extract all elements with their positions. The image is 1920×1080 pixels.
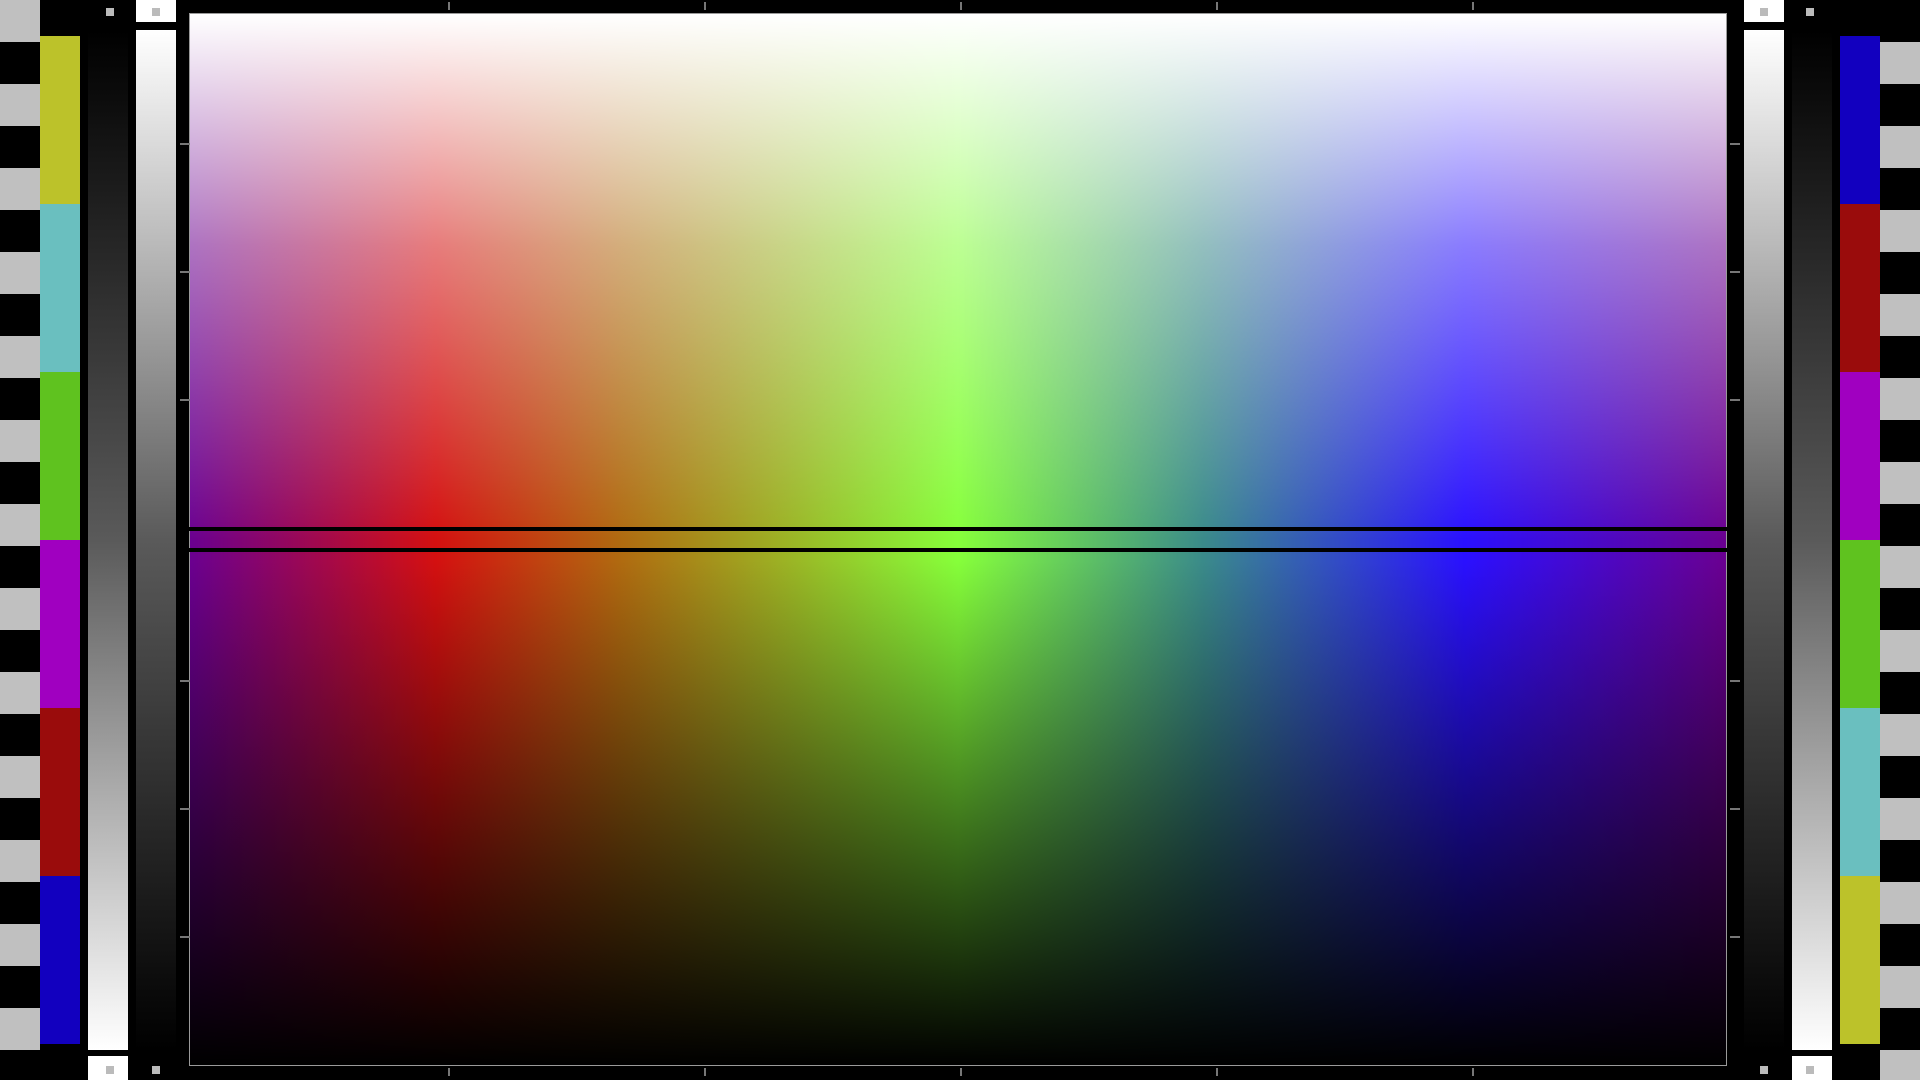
tick-right-1 [1730,271,1740,273]
color-bar-blue [40,876,80,1044]
color-bar-green [40,372,80,540]
tick-left-5 [180,936,190,938]
color-bar-yellow [1840,876,1880,1044]
tick-top-1 [704,2,706,10]
center-line-bottom [189,548,1727,552]
color-bar-red [1840,204,1880,372]
color-bar-cyan [40,204,80,372]
left-checker-column [0,0,40,1080]
left-bottom-marker [106,1066,114,1074]
tick-right-4 [1730,808,1740,810]
tick-bottom-0 [448,1068,450,1076]
right-bottom-marker-2 [1806,1066,1814,1074]
color-bar-blue [1840,36,1880,204]
right-gray-ramp-outer [1792,30,1832,1050]
right-top-marker [1760,8,1768,16]
test-pattern [0,0,1920,1080]
right-checker-column [1880,0,1920,1080]
tick-right-5 [1730,936,1740,938]
tick-left-3 [180,680,190,682]
color-bar-magenta [40,540,80,708]
tick-right-0 [1730,143,1740,145]
tick-bottom-4 [1472,1068,1474,1076]
tick-bottom-3 [1216,1068,1218,1076]
color-bar-magenta [1840,372,1880,540]
main-color-gradient-panel [189,13,1727,1066]
center-line-top [189,527,1727,531]
tick-bottom-2 [960,1068,962,1076]
color-bar-green [1840,540,1880,708]
right-top-marker-2 [1806,8,1814,16]
tick-left-1 [180,271,190,273]
left-top-marker [106,8,114,16]
right-bottom-marker [1760,1066,1768,1074]
left-top-marker-2 [152,8,160,16]
tick-left-2 [180,399,190,401]
tick-right-3 [1730,680,1740,682]
tick-bottom-1 [704,1068,706,1076]
tick-top-4 [1472,2,1474,10]
tick-top-0 [448,2,450,10]
left-gray-ramp-outer [88,30,128,1050]
left-gray-ramp-inner [136,30,176,1050]
color-bar-cyan [1840,708,1880,876]
tick-right-2 [1730,399,1740,401]
tick-left-4 [180,808,190,810]
left-bottom-marker-2 [152,1066,160,1074]
color-bar-yellow [40,36,80,204]
color-bar-red [40,708,80,876]
tick-top-2 [960,2,962,10]
right-gray-ramp-inner [1744,30,1784,1050]
tick-top-3 [1216,2,1218,10]
tick-left-0 [180,143,190,145]
